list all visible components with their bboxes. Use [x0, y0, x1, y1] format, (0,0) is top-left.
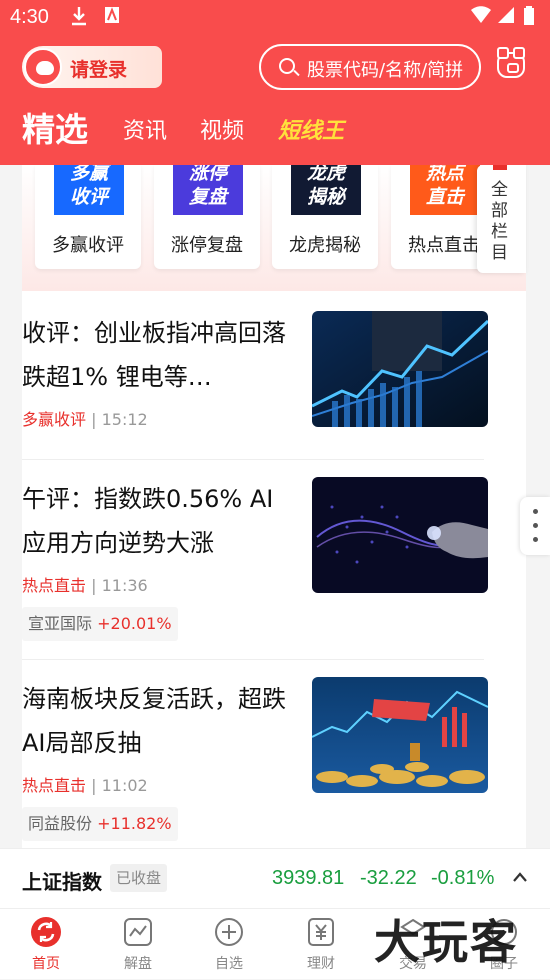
- main-content: 多赢 收评 多赢收评 涨停 复盘 涨停复盘 龙虎 揭秘 龙虎揭秘 热点 直击 热点直击 …: [0, 165, 550, 848]
- tab-bar: 精选 资讯 视频 短线王: [0, 110, 550, 156]
- column-thumb: 多赢 收评: [54, 165, 124, 215]
- news-source: 热点直击: [22, 776, 87, 795]
- news-meta: 热点直击 | 11:36: [22, 572, 148, 596]
- wifi-icon: [470, 6, 492, 29]
- search-box[interactable]: 股票代码/名称/简拼: [259, 44, 481, 90]
- piggy-icon[interactable]: [497, 47, 525, 78]
- news-source: 热点直击: [22, 576, 87, 595]
- login-button[interactable]: 请登录: [22, 46, 162, 88]
- index-name: 上证指数: [22, 870, 102, 894]
- add-circle-icon: [214, 917, 244, 947]
- stock-name: 同益股份: [28, 814, 93, 833]
- news-item[interactable]: 收评：创业板指冲高回落跌超1% 锂电等… 多赢收评 | 15:12: [22, 311, 488, 431]
- tab-featured[interactable]: 精选: [22, 110, 88, 150]
- signal-icon: [497, 6, 515, 29]
- status-time: 4:30: [10, 6, 49, 28]
- nav-wealth[interactable]: 理财: [275, 909, 367, 980]
- stock-name: 宣亚国际: [28, 614, 93, 633]
- column-label: 龙虎揭秘: [289, 235, 361, 256]
- news-meta: 多赢收评 | 15:12: [22, 406, 148, 430]
- stock-change: +11.82%: [97, 814, 172, 833]
- news-title: 收评：创业板指冲高回落跌超1% 锂电等…: [22, 319, 286, 391]
- app-notification-icon: [104, 6, 120, 29]
- column-item-limit-up[interactable]: 涨停 复盘 涨停复盘: [154, 165, 260, 269]
- nav-label: 解盘: [124, 956, 152, 972]
- column-item-dragon-tiger[interactable]: 龙虎 揭秘 龙虎揭秘: [272, 165, 378, 269]
- login-label: 请登录: [70, 59, 128, 81]
- news-time: | 11:36: [91, 576, 148, 595]
- business-chart-image: [312, 311, 488, 427]
- mascot-icon: [36, 61, 54, 75]
- column-label: 多赢收评: [52, 235, 124, 256]
- news-title: 海南板块反复活跃，超跌AI局部反抽: [22, 685, 286, 757]
- news-time: | 15:12: [91, 410, 148, 429]
- news-meta: 热点直击 | 11:02: [22, 772, 148, 796]
- download-icon: [70, 6, 88, 31]
- a-share-coins-image: [312, 677, 488, 793]
- column-label: 涨停复盘: [171, 235, 243, 256]
- index-ticker[interactable]: 上证指数 已收盘 3939.81 -32.22 -0.81%: [0, 848, 550, 908]
- news-item[interactable]: 午评：指数跌0.56% AI应用方向逆势大涨 热点直击 | 11:36 宣亚国际…: [22, 477, 488, 647]
- index-value: 3939.81: [272, 867, 345, 889]
- search-placeholder: 股票代码/名称/简拼: [307, 60, 464, 81]
- nav-home[interactable]: 首页: [0, 909, 92, 980]
- yuan-icon: [306, 917, 336, 947]
- battery-icon: [523, 6, 535, 31]
- index-change: -32.22: [360, 867, 417, 889]
- nav-watchlist[interactable]: 自选: [183, 909, 275, 980]
- column-shortcuts: 多赢 收评 多赢收评 涨停 复盘 涨停复盘 龙虎 揭秘 龙虎揭秘 热点 直击 热点直击 …: [22, 165, 526, 291]
- market-status-badge: 已收盘: [110, 864, 168, 892]
- column-thumb: 龙虎 揭秘: [291, 165, 361, 215]
- ai-hand-image: [312, 477, 488, 593]
- avatar: [24, 48, 62, 86]
- header: 请登录 股票代码/名称/简拼 精选 资讯 视频 短线王: [0, 38, 550, 165]
- news-time: | 11:02: [91, 776, 148, 795]
- column-thumb: 涨停 复盘: [173, 165, 243, 215]
- tab-video[interactable]: 视频: [200, 112, 244, 152]
- more-options-handle[interactable]: [520, 497, 550, 555]
- column-thumb: 热点 直击: [410, 165, 480, 215]
- news-source: 多赢收评: [22, 410, 87, 429]
- tab-news[interactable]: 资讯: [123, 112, 167, 152]
- search-icon: [279, 58, 295, 74]
- news-title: 午评：指数跌0.56% AI应用方向逆势大涨: [22, 485, 274, 557]
- nav-analysis[interactable]: 解盘: [92, 909, 184, 980]
- nav-label: 首页: [32, 956, 60, 972]
- index-percent: -0.81%: [431, 867, 495, 889]
- stock-tag[interactable]: 宣亚国际 +20.01%: [22, 607, 178, 641]
- watermark-logo: 大玩客: [374, 915, 518, 969]
- home-icon: [31, 917, 61, 947]
- status-bar: 4:30: [0, 0, 550, 38]
- nav-label: 理财: [307, 956, 335, 972]
- stock-tag[interactable]: 同益股份 +11.82%: [22, 807, 178, 841]
- column-item-multi-win[interactable]: 多赢 收评 多赢收评: [35, 165, 141, 269]
- chart-icon: [123, 917, 153, 947]
- tab-short-term-king[interactable]: 短线王: [278, 112, 344, 152]
- news-item[interactable]: 海南板块反复活跃，超跌AI局部反抽 热点直击 | 11:02 同益股份 +11.…: [22, 677, 488, 847]
- stock-change: +20.01%: [97, 614, 172, 633]
- all-columns-button[interactable]: 全部栏目: [477, 165, 526, 273]
- chevron-up-icon[interactable]: [512, 867, 528, 888]
- nav-label: 自选: [215, 956, 243, 972]
- all-columns-label: 全部栏目: [491, 180, 508, 263]
